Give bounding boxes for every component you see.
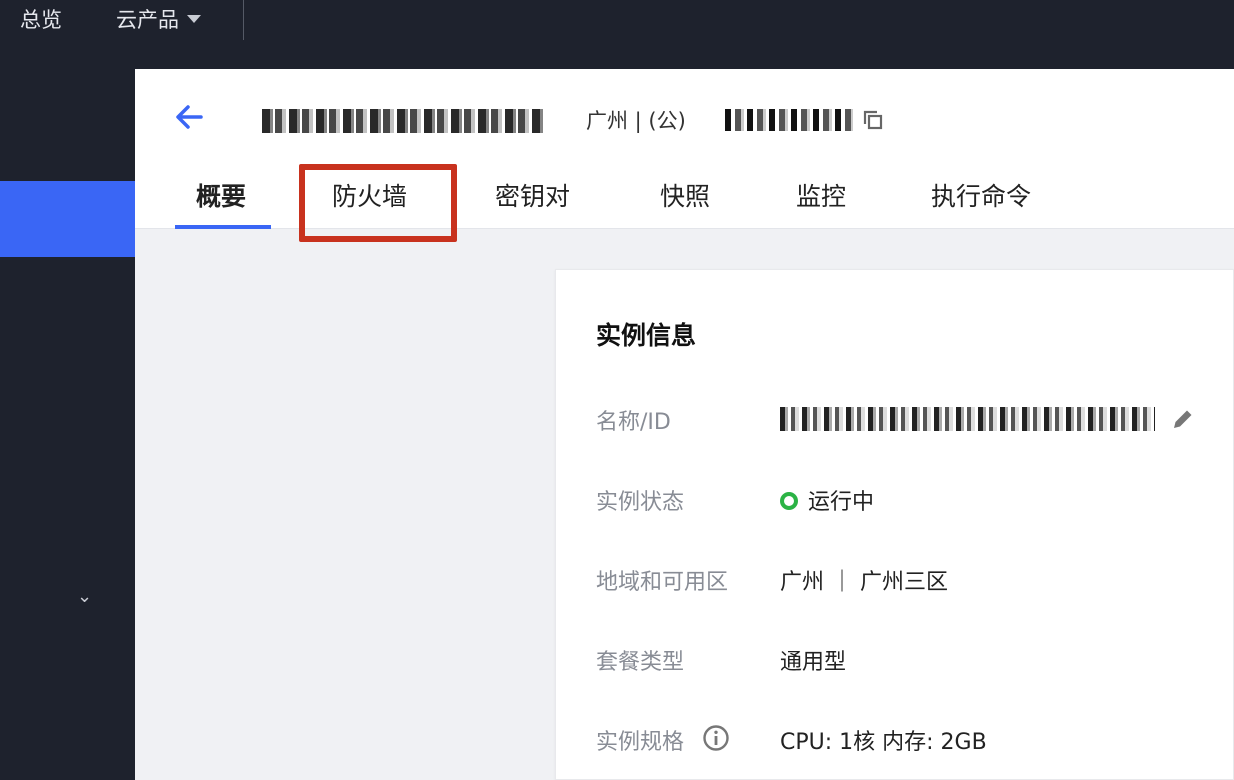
status-running-icon	[780, 492, 798, 510]
instance-spec-value: CPU: 1核 内存: 2GB	[780, 730, 987, 755]
status-text: 运行中	[808, 490, 875, 515]
nav-cloud-products[interactable]: 云产品	[116, 4, 201, 34]
instance-info-card: 实例信息 名称/ID 实例状态 运行中 地域和可用区 广州 ｜ 广州三区 套餐类…	[555, 269, 1234, 780]
active-tab-indicator	[175, 225, 271, 229]
label-plan-type: 套餐类型	[596, 650, 685, 675]
label-region-zone: 地域和可用区	[596, 570, 729, 595]
edit-icon[interactable]	[1170, 406, 1196, 432]
nav-overview[interactable]: 总览	[20, 4, 62, 34]
firewall-tab-highlight	[299, 164, 457, 242]
tab-key-pairs[interactable]: 密钥对	[495, 177, 570, 213]
caret-down-icon	[187, 15, 201, 23]
sidebar-item-active[interactable]	[0, 181, 135, 257]
info-icon[interactable]	[702, 724, 730, 752]
instance-name-masked	[262, 109, 544, 133]
nav-divider	[243, 0, 244, 40]
region-zone-value: 广州 ｜ 广州三区	[780, 570, 948, 595]
label-name-id: 名称/ID	[596, 410, 671, 435]
nav-cloud-products-label: 云产品	[116, 8, 179, 32]
plan-type-value: 通用型	[780, 650, 847, 675]
instance-region: 广州 | (公)	[586, 109, 686, 133]
sidebar: ⌄	[0, 69, 135, 780]
instance-name-id-masked	[780, 407, 1155, 431]
tab-monitoring[interactable]: 监控	[796, 177, 846, 213]
label-instance-spec: 实例规格	[596, 730, 685, 755]
label-instance-status: 实例状态	[596, 490, 685, 515]
instance-status-value: 运行中	[780, 484, 874, 516]
tab-snapshots[interactable]: 快照	[660, 177, 710, 213]
back-arrow-icon[interactable]	[173, 101, 205, 133]
copy-icon[interactable]	[862, 109, 884, 131]
instance-ip-masked	[725, 109, 853, 131]
chevron-down-icon[interactable]: ⌄	[77, 586, 92, 607]
tab-overview[interactable]: 概要	[196, 177, 246, 213]
card-title: 实例信息	[596, 321, 697, 350]
top-nav-bar: 总览 云产品	[0, 0, 1234, 69]
tab-run-command[interactable]: 执行命令	[931, 177, 1031, 213]
